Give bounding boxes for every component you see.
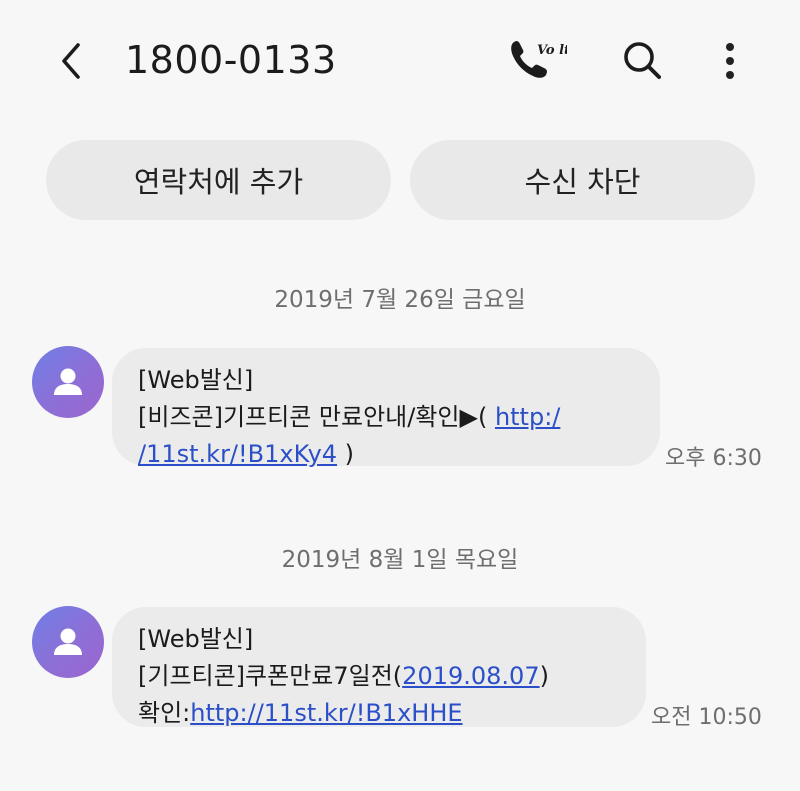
message-line: [Web발신] [138, 366, 254, 394]
app-header: 1800-0133 Vo lte [0, 0, 800, 125]
message-timestamp: 오전 10:50 [651, 705, 762, 730]
message-link[interactable]: /11st.kr/!B1xKy4 [138, 440, 337, 468]
message-bubble[interactable]: [Web발신] [비즈콘]기프티콘 만료안내/확인▶( http:/ /11st… [112, 348, 660, 468]
add-to-contacts-button[interactable]: 연락처에 추가 [46, 140, 391, 220]
volte-badge: Vo lte [537, 43, 567, 58]
message-link[interactable]: http://11st.kr/!B1xHHE [190, 699, 462, 727]
message-line: [비즈콘]기프티콘 만료안내/확인▶( http:/ [138, 399, 634, 436]
person-icon [54, 368, 82, 395]
date-divider: 2019년 7월 26일 금요일 [274, 287, 526, 313]
message-line: /11st.kr/!B1xKy4 ) [138, 436, 634, 473]
message-link[interactable]: http:/ [495, 403, 560, 431]
date-link[interactable]: 2019.08.07 [402, 662, 539, 690]
back-button[interactable] [48, 38, 94, 84]
dot-icon [726, 43, 734, 51]
message-line: [기프티콘]쿠폰만료7일전(2019.08.07) [138, 658, 620, 695]
chevron-left-icon [62, 43, 80, 79]
block-number-button[interactable]: 수신 차단 [410, 140, 755, 220]
message-text: 확인: [138, 699, 191, 727]
message-bubble[interactable]: [Web발신] [기프티콘]쿠폰만료7일전(2019.08.07) 확인:htt… [112, 607, 646, 727]
date-divider: 2019년 8월 1일 목요일 [281, 547, 519, 573]
search-icon [624, 42, 661, 79]
message-text: [비즈콘]기프티콘 만료안내/확인▶( [138, 403, 495, 431]
dot-icon [726, 57, 734, 65]
person-icon [54, 628, 82, 655]
search-button[interactable] [618, 36, 668, 86]
more-options-button[interactable] [710, 36, 750, 86]
dot-icon [726, 71, 734, 79]
message-line: 확인:http://11st.kr/!B1xHHE [138, 695, 620, 732]
message-text: ) [539, 662, 549, 690]
conversation-title: 1800-0133 [125, 38, 337, 82]
call-button[interactable]: Vo lte [505, 34, 578, 86]
avatar[interactable] [32, 606, 104, 678]
volte-phone-icon: Vo lte [511, 41, 578, 78]
message-text: ) [337, 440, 355, 468]
message-line: [Web발신] [138, 625, 254, 653]
message-text: [기프티콘]쿠폰만료7일전( [138, 662, 403, 690]
avatar[interactable] [32, 346, 104, 418]
message-timestamp: 오후 6:30 [665, 446, 762, 471]
